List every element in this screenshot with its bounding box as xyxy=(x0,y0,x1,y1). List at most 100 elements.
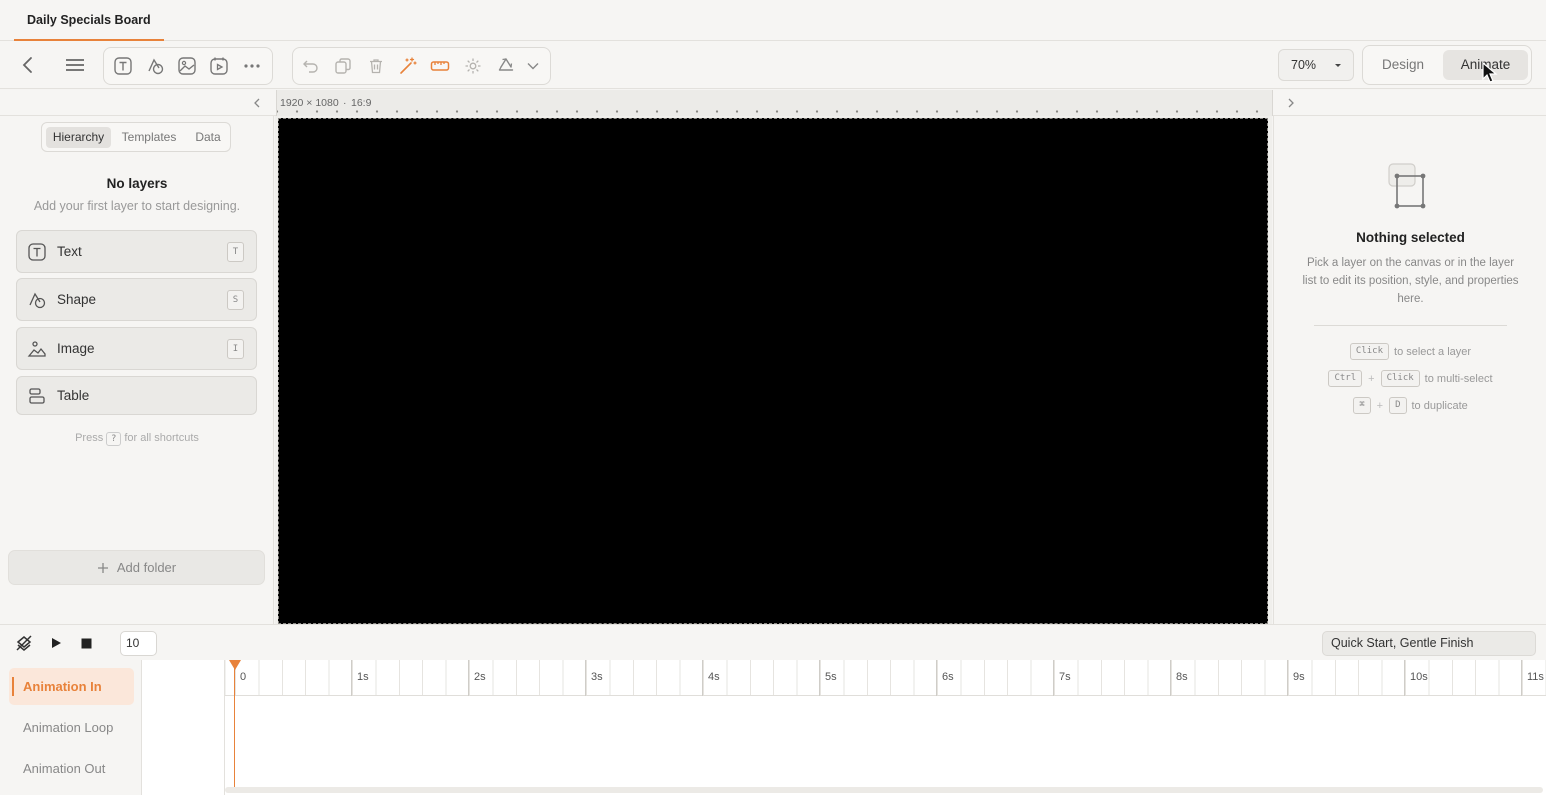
design-mode-button[interactable]: Design xyxy=(1367,50,1439,80)
plus-icon xyxy=(97,562,109,574)
key-d: D xyxy=(1389,397,1407,414)
hint-text: to select a layer xyxy=(1394,345,1472,358)
play-icon[interactable] xyxy=(43,630,69,656)
layer-button-label: Text xyxy=(57,244,82,259)
tab-data[interactable]: Data xyxy=(188,127,228,148)
shortcut-key: I xyxy=(227,339,244,359)
playhead-handle[interactable] xyxy=(229,660,241,670)
key-click: Click xyxy=(1380,370,1420,387)
key-click: Click xyxy=(1349,343,1390,360)
ruler-icon[interactable] xyxy=(427,53,453,79)
stop-icon[interactable] xyxy=(73,630,99,656)
second-mark: 8s xyxy=(1170,660,1188,696)
tab-hierarchy[interactable]: Hierarchy xyxy=(46,127,111,148)
add-image-layer-button[interactable]: Image I xyxy=(16,327,257,370)
frames-input[interactable]: 10 xyxy=(120,631,157,656)
caret-down-icon xyxy=(1333,60,1343,70)
ruler-separator: · xyxy=(343,97,347,109)
magic-wand-icon[interactable] xyxy=(395,53,421,79)
hint-duplicate: ⌘ + D to duplicate xyxy=(1274,397,1546,414)
add-text-layer-button[interactable]: Text T xyxy=(16,230,257,273)
settings-gear-icon[interactable] xyxy=(460,53,486,79)
second-mark: 2s xyxy=(468,660,486,696)
insert-media-icon[interactable] xyxy=(206,53,232,79)
design-canvas[interactable] xyxy=(278,118,1268,624)
easing-select[interactable]: Quick Start, Gentle Finish xyxy=(1322,631,1536,656)
second-mark: 4s xyxy=(702,660,720,696)
second-mark: 9s xyxy=(1287,660,1305,696)
edit-tools-group xyxy=(292,47,551,85)
insert-image-icon[interactable] xyxy=(174,53,200,79)
track-animation-in[interactable]: Animation In xyxy=(9,668,134,705)
ruler-ticks xyxy=(277,110,1272,113)
recycle-icon[interactable] xyxy=(493,53,519,79)
second-mark: 6s xyxy=(936,660,954,696)
empty-layers-subtitle: Add your first layer to start designing. xyxy=(33,199,241,213)
timeline-controls: 10 Quick Start, Gentle Finish xyxy=(0,624,1546,660)
properties-panel: Nothing selected Pick a layer on the can… xyxy=(1273,116,1546,624)
zoom-select[interactable]: 70% xyxy=(1278,49,1354,81)
tab-templates[interactable]: Templates xyxy=(114,127,184,148)
mode-toggle: Design Animate xyxy=(1362,45,1532,85)
second-mark: 7s xyxy=(1053,660,1071,696)
layer-button-label: Shape xyxy=(57,292,97,307)
menu-icon[interactable] xyxy=(62,52,88,78)
zoom-value: 70% xyxy=(1291,58,1317,72)
canvas-area xyxy=(275,116,1272,624)
canvas-ruler: 1920 × 1080 · 16:9 xyxy=(276,90,1273,116)
nothing-selected-description: Pick a layer on the canvas or in the lay… xyxy=(1302,257,1519,305)
back-chevron-icon[interactable] xyxy=(15,52,41,78)
more-icon[interactable] xyxy=(239,53,265,79)
hint-text: to multi-select xyxy=(1424,372,1493,385)
hint-prefix: Press xyxy=(75,432,104,444)
add-shape-layer-button[interactable]: Shape S xyxy=(16,278,257,321)
onion-skin-icon[interactable] xyxy=(11,630,37,656)
plus-sign: + xyxy=(1368,372,1375,385)
hint-suffix: for all shortcuts xyxy=(124,432,199,444)
insert-tools-group xyxy=(103,47,273,85)
hint-key: ? xyxy=(106,432,122,446)
second-mark: 5s xyxy=(819,660,837,696)
track-animation-out[interactable]: Animation Out xyxy=(9,750,134,787)
playhead[interactable] xyxy=(234,660,235,787)
track-animation-loop[interactable]: Animation Loop xyxy=(9,709,134,746)
insert-text-icon[interactable] xyxy=(110,53,136,79)
timeline-scrollbar[interactable] xyxy=(225,787,1543,793)
timeline-gutter xyxy=(142,660,225,795)
document-tab[interactable]: Daily Specials Board xyxy=(14,0,164,41)
nothing-selected-title: Nothing selected xyxy=(1356,230,1465,245)
document-tabstrip: Daily Specials Board xyxy=(0,0,1546,41)
hint-select: Click to select a layer xyxy=(1274,343,1546,360)
second-mark: 3s xyxy=(585,660,603,696)
layers-panel: Hierarchy Templates Data No layers Add y… xyxy=(0,116,274,624)
canvas-dimensions: 1920 × 1080 xyxy=(280,97,339,109)
collapse-right-panel-icon[interactable] xyxy=(1278,90,1304,116)
divider xyxy=(1314,325,1507,326)
shortcuts-hint: Press ? for all shortcuts xyxy=(0,432,274,446)
add-folder-label: Add folder xyxy=(116,560,177,575)
add-table-layer-button[interactable]: Table xyxy=(16,376,257,415)
insert-shape-icon[interactable] xyxy=(142,53,168,79)
add-folder-button[interactable]: Add folder xyxy=(8,550,265,585)
timeline-ruler[interactable]: 0 1s 2s 3s 4s 5s 6s 7s 8s 9s 10s 11s xyxy=(225,660,1546,696)
second-mark: 10s xyxy=(1404,660,1428,696)
duplicate-icon[interactable] xyxy=(330,53,356,79)
key-command: ⌘ xyxy=(1353,397,1371,414)
second-mark: 1s xyxy=(351,660,369,696)
shape-icon xyxy=(27,290,47,310)
collapse-left-panel-icon[interactable] xyxy=(244,90,270,116)
plus-sign: + xyxy=(1376,399,1384,412)
layer-button-label: Table xyxy=(57,388,90,403)
delete-icon[interactable] xyxy=(363,53,389,79)
canvas-aspect-ratio: 16:9 xyxy=(351,97,372,109)
undo-icon[interactable] xyxy=(298,53,324,79)
animation-track-list: Animation In Animation Loop Animation Ou… xyxy=(0,660,142,795)
table-icon xyxy=(27,386,47,406)
timeline-track[interactable]: 0 1s 2s 3s 4s 5s 6s 7s 8s 9s 10s 11s xyxy=(225,660,1546,795)
ruler-row: 1920 × 1080 · 16:9 xyxy=(0,90,1546,116)
shortcut-key: S xyxy=(227,290,244,310)
chevron-down-icon[interactable] xyxy=(523,53,543,79)
selection-box-icon xyxy=(1387,162,1435,212)
empty-layers-title: No layers xyxy=(106,176,168,191)
text-icon xyxy=(27,242,47,262)
